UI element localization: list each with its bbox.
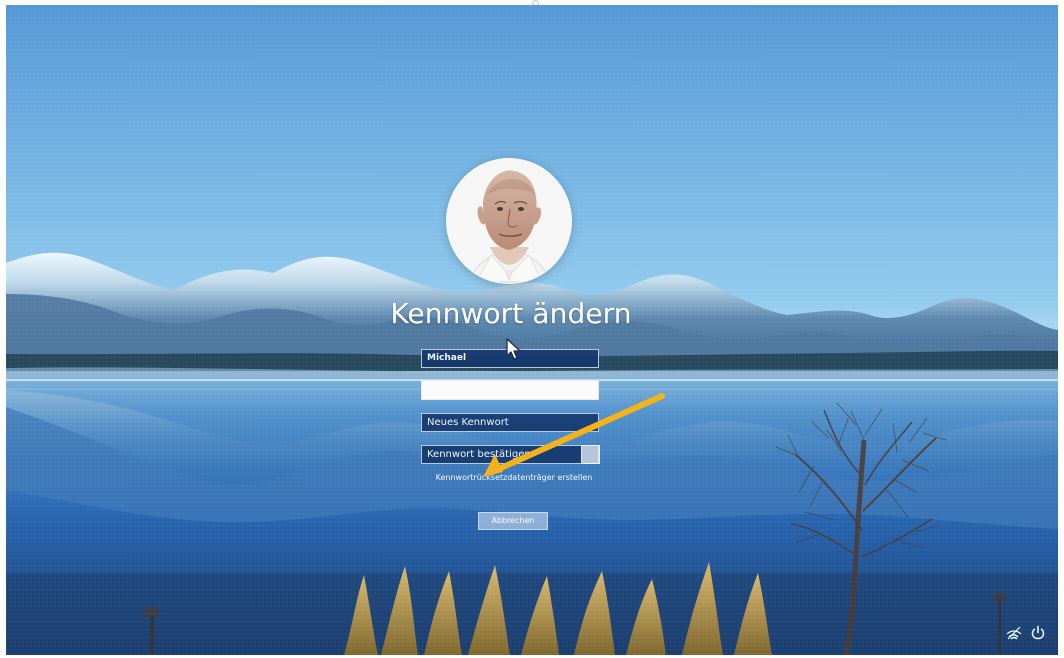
power-icon[interactable] (1030, 625, 1046, 641)
arrow-shaft (489, 393, 665, 475)
mouse-pointer-icon (506, 338, 521, 360)
user-avatar (446, 158, 572, 284)
windows-lock-screen: Kennwort ändern Michael Neues Kennwort K… (6, 5, 1058, 655)
network-icon[interactable] (1006, 625, 1022, 641)
arrow-head (483, 454, 503, 477)
orange-arrow-icon (483, 393, 665, 477)
user-photo (447, 159, 571, 283)
cancel-button[interactable]: Abbrechen (478, 512, 548, 530)
page-title: Kennwort ändern (390, 297, 632, 330)
change-password-panel: Kennwort ändern Michael Neues Kennwort K… (6, 5, 1058, 655)
system-tray (1006, 625, 1048, 641)
